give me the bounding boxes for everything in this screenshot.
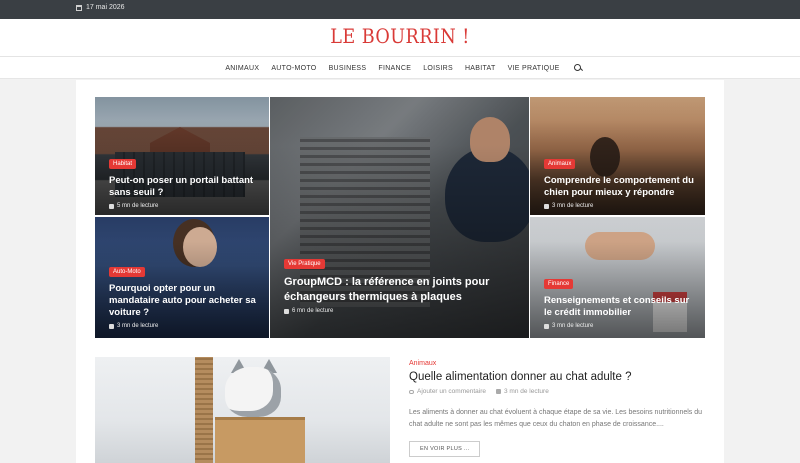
nav-item-habitat[interactable]: HABITAT — [465, 65, 496, 72]
featured-tile-habitat[interactable]: Habitat Peut-on poser un portail battant… — [95, 97, 269, 215]
featured-title[interactable]: Peut-on poser un portail battant sans se… — [109, 175, 259, 199]
search-button[interactable] — [572, 63, 581, 73]
nav-item-auto-moto[interactable]: AUTO-MOTO — [271, 65, 316, 72]
readtime: 5 mn de lecture — [117, 203, 159, 209]
featured-title[interactable]: Comprendre le comportement du chien pour… — [544, 175, 695, 199]
article-card: Animaux Quelle alimentation donner au ch… — [409, 360, 707, 457]
category-badge[interactable]: Finance — [544, 279, 574, 289]
book-icon — [496, 389, 502, 394]
featured-title[interactable]: GroupMCD : la référence en joints pour é… — [284, 275, 519, 304]
featured-title[interactable]: Pourquoi opter pour un mandataire auto p… — [109, 283, 259, 319]
featured-tile-auto-moto[interactable]: Auto-Moto Pourquoi opter pour un mandata… — [95, 217, 269, 338]
comment-icon — [409, 389, 414, 394]
article-image[interactable] — [95, 357, 390, 463]
readtime: 3 mn de lecture — [552, 203, 594, 209]
site-header: LE BOURRIN ! — [0, 19, 800, 57]
category-badge[interactable]: Vie Pratique — [284, 259, 325, 269]
readtime: 3 mn de lecture — [117, 323, 159, 329]
search-icon — [573, 63, 581, 71]
featured-tile-vie-pratique[interactable]: Vie Pratique GroupMCD : la référence en … — [270, 97, 529, 338]
book-icon — [284, 308, 289, 314]
comments-link[interactable]: Ajouter un commentaire — [409, 388, 486, 395]
site-logo[interactable]: LE BOURRIN ! — [48, 24, 752, 48]
nav-item-business[interactable]: BUSINESS — [329, 65, 367, 72]
category-badge[interactable]: Habitat — [109, 159, 137, 169]
article-title[interactable]: Quelle alimentation donner au chat adult… — [409, 371, 707, 383]
nav-item-finance[interactable]: FINANCE — [378, 65, 411, 72]
readtime: 6 mn de lecture — [292, 308, 334, 314]
nav-item-loisirs[interactable]: LOISIRS — [423, 65, 453, 72]
date-display: 17 mai 2026 — [76, 4, 125, 11]
article-category[interactable]: Animaux — [409, 360, 707, 367]
top-bar: 17 mai 2026 — [0, 0, 800, 19]
book-icon — [544, 203, 549, 209]
nav-item-animaux[interactable]: ANIMAUX — [225, 65, 259, 72]
featured-title[interactable]: Renseignements et conseils sur le crédit… — [544, 295, 695, 319]
readtime: 3 mn de lecture — [552, 323, 594, 329]
book-icon — [109, 323, 114, 329]
article-excerpt: Les aliments à donner au chat évoluent à… — [409, 409, 703, 428]
date-text: 17 mai 2026 — [86, 4, 125, 11]
article-readtime: 3 mn de lecture — [496, 388, 549, 395]
category-badge[interactable]: Animaux — [544, 159, 576, 169]
cat-image — [225, 367, 281, 417]
main-content: Habitat Peut-on poser un portail battant… — [76, 80, 724, 463]
nav-item-vie-pratique[interactable]: VIE PRATIQUE — [508, 65, 560, 72]
book-icon — [109, 203, 114, 209]
featured-tile-finance[interactable]: Finance Renseignements et conseils sur l… — [530, 217, 705, 338]
read-more-button[interactable]: EN VOIR PLUS ... — [409, 441, 481, 457]
featured-tile-animaux[interactable]: Animaux Comprendre le comportement du ch… — [530, 97, 705, 215]
main-nav: ANIMAUX AUTO-MOTO BUSINESS FINANCE LOISI… — [0, 57, 800, 79]
book-icon — [544, 323, 549, 329]
calendar-icon — [76, 4, 82, 11]
category-badge[interactable]: Auto-Moto — [109, 267, 145, 277]
